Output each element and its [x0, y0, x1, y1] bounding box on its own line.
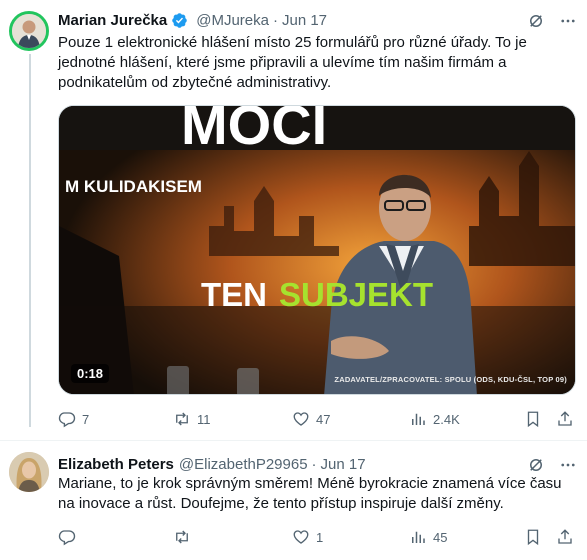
- reply-icon: [58, 412, 76, 428]
- subheadline-text: M KULIDAKISEM: [65, 177, 202, 196]
- bookmark-button[interactable]: [524, 409, 542, 429]
- separator-dot: ·: [311, 455, 317, 473]
- thread-line: [29, 54, 31, 427]
- video-credit: ZADAVATEL/ZPRACOVATEL: SPOLU (ODS, KDU-Č…: [334, 375, 567, 384]
- reply-text: Mariane, to je krok správným směrem! Mén…: [58, 475, 562, 512]
- share-button[interactable]: [556, 527, 574, 547]
- like-button[interactable]: 1: [292, 527, 323, 547]
- author-handle[interactable]: @MJureka: [196, 12, 269, 29]
- repost-count: 11: [197, 411, 211, 427]
- reply-date[interactable]: Jun 17: [321, 456, 366, 473]
- repost-icon: [176, 412, 188, 426]
- heart-icon: [293, 412, 309, 426]
- video-frame: MOCI M KULIDAKISEM TEN SUBJEKT: [59, 106, 575, 394]
- views-button[interactable]: 45: [409, 527, 447, 547]
- reply-author-name[interactable]: Elizabeth Peters: [58, 456, 174, 473]
- caption-word-white: TEN: [201, 276, 267, 313]
- more-options-icon[interactable]: [559, 12, 577, 30]
- tweet-divider: [0, 440, 587, 441]
- views-chart-icon: [412, 531, 425, 543]
- video-duration: 0:18: [71, 364, 110, 383]
- share-icon: [558, 411, 572, 426]
- author-avatar[interactable]: [9, 11, 49, 51]
- like-button[interactable]: 47: [292, 409, 330, 429]
- avatar-portrait: [12, 14, 46, 48]
- author-name[interactable]: Marian Jurečka: [58, 12, 167, 29]
- tweet-date[interactable]: Jun 17: [282, 12, 327, 29]
- bookmark-icon: [527, 529, 539, 546]
- repost-button[interactable]: [173, 527, 197, 547]
- repost-button[interactable]: 11: [173, 409, 211, 429]
- reply-author-handle[interactable]: @ElizabethP29965: [179, 456, 308, 473]
- headline-text: MOCI: [181, 106, 327, 156]
- tweet-header: Marian Jurečka @MJureka · Jun 17: [58, 10, 327, 30]
- tweet-actions: 7 11 47 2.4K: [58, 409, 578, 429]
- reply-count: 7: [82, 411, 90, 427]
- reply-button[interactable]: 7: [58, 409, 89, 429]
- views-count: 45: [433, 529, 448, 545]
- separator-dot: ·: [272, 11, 278, 29]
- views-count: 2.4K: [433, 411, 460, 427]
- views-chart-icon: [412, 413, 425, 425]
- avatar-portrait: [9, 452, 49, 492]
- reply-icon: [58, 530, 76, 546]
- repost-icon: [176, 530, 188, 544]
- bookmark-button[interactable]: [524, 527, 542, 547]
- like-count: 1: [316, 529, 324, 545]
- more-options-icon[interactable]: [559, 456, 577, 474]
- tweet-video[interactable]: MOCI M KULIDAKISEM TEN SUBJEKT 0:18 ZADA…: [58, 105, 576, 395]
- verified-badge-icon: [171, 12, 188, 29]
- caption-word-green: SUBJEKT: [279, 276, 433, 313]
- grok-icon[interactable]: [527, 12, 545, 30]
- reply-button[interactable]: [58, 527, 82, 547]
- bookmark-icon: [527, 411, 539, 428]
- reply-top-actions: [527, 455, 577, 475]
- share-button[interactable]: [556, 409, 574, 429]
- reply-actions: 1 45: [58, 527, 578, 547]
- reply-header: Elizabeth Peters @ElizabethP29965 · Jun …: [58, 454, 366, 474]
- share-icon: [558, 529, 572, 544]
- tweet-text: Pouze 1 elektronické hlášení místo 25 fo…: [58, 34, 527, 91]
- grok-icon[interactable]: [527, 456, 545, 474]
- tweet-top-actions: [527, 11, 577, 31]
- reply-author-avatar[interactable]: [9, 452, 49, 492]
- heart-icon: [293, 530, 309, 544]
- like-count: 47: [316, 411, 331, 427]
- views-button[interactable]: 2.4K: [409, 409, 460, 429]
